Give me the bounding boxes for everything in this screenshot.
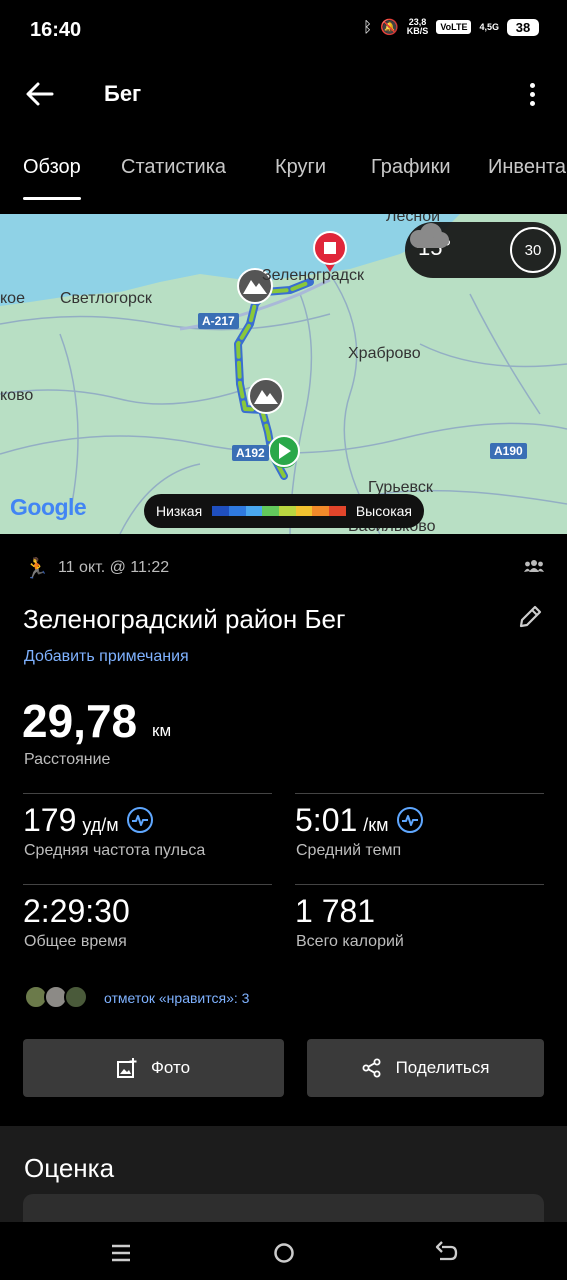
divider [23, 793, 272, 794]
activity-title: Зеленоградский район Бег [23, 604, 346, 634]
heart-rate-chart-icon[interactable] [126, 806, 153, 833]
divider [295, 884, 544, 885]
share-icon [362, 1058, 381, 1078]
rating-section: Оценка [0, 1126, 567, 1234]
legend-color-segment [329, 506, 346, 516]
timer-icon: 30 [510, 227, 556, 273]
calories-label: Всего калорий [296, 933, 404, 950]
tab-inventory[interactable]: Инвента [488, 156, 566, 179]
recents-menu-icon[interactable] [106, 1238, 136, 1268]
tab-overview[interactable]: Обзор [23, 156, 81, 179]
volte-badge: VoLTE [436, 20, 472, 34]
distance-value: 29,78 [22, 695, 138, 747]
elevation-marker-icon[interactable] [248, 378, 284, 414]
cloud-icon [410, 223, 449, 248]
avg-pace-unit: /км [363, 815, 389, 835]
tab-laps[interactable]: Круги [275, 156, 326, 179]
tab-bar: Обзор Статистика Круги Графики Инвента [0, 140, 567, 204]
photo-button[interactable]: Фото [23, 1039, 284, 1097]
page-title: Бег [104, 81, 142, 106]
share-button-label: Поделиться [395, 1058, 490, 1077]
more-dot-icon [529, 82, 535, 88]
battery-icon: 38 [507, 18, 539, 36]
distance-label: Расстояние [24, 751, 111, 768]
map-place-label: Храброво [348, 345, 421, 362]
map-place-label: Зеленоградск [262, 267, 364, 284]
distance-unit: км [152, 721, 172, 740]
back-nav-icon[interactable] [432, 1238, 462, 1268]
road-badge: A192 [232, 445, 269, 461]
legend-color-segment [262, 506, 280, 516]
avatar [64, 985, 88, 1009]
group-icon[interactable] [524, 558, 544, 574]
legend-color-segment [228, 506, 246, 516]
share-button[interactable]: Поделиться [307, 1039, 544, 1097]
avg-hr-value: 179 [23, 802, 77, 838]
bluetooth-icon: ᛒ [363, 18, 373, 36]
tab-charts[interactable]: Графики [371, 156, 451, 179]
activity-meta-row: 🏃 11 окт. @ 11:22 [24, 556, 544, 582]
running-icon: 🏃 [24, 558, 49, 580]
back-arrow-icon [26, 82, 54, 106]
legend-color-segment [279, 506, 296, 516]
start-pin-icon[interactable] [268, 435, 300, 468]
edit-pencil-icon[interactable] [517, 604, 543, 630]
more-dot-icon [529, 91, 535, 97]
add-note-link[interactable]: Добавить примечания [24, 648, 189, 666]
tab-statistics[interactable]: Статистика [121, 156, 226, 179]
add-photo-icon [116, 1058, 137, 1078]
divider [23, 884, 272, 885]
total-time-value: 2:29:30 [23, 893, 130, 929]
active-tab-indicator [23, 197, 81, 200]
legend-color-segment [312, 506, 330, 516]
avg-pace-value: 5:01 [295, 802, 358, 838]
total-time-label: Общее время [24, 933, 127, 950]
avg-hr-stat: 179 уд/м [23, 802, 153, 839]
google-logo-text: Google [10, 494, 87, 520]
photo-button-label: Фото [150, 1058, 191, 1077]
road-badge: A-217 [198, 313, 239, 329]
avg-hr-label: Средняя частота пульса [24, 842, 206, 859]
back-button[interactable] [22, 78, 58, 110]
weather-widget[interactable]: 15° 30 [405, 222, 561, 278]
likes-count[interactable]: отметок «нравится»: 3 [104, 990, 249, 1006]
road-badge: A190 [490, 443, 527, 459]
status-time: 16:40 [30, 19, 82, 41]
legend-low-label: Низкая [156, 503, 203, 519]
legend-color-segment [212, 506, 229, 516]
status-icons: ᛒ 🔕 23,8 KB/S VoLTE 4,5G 38 [363, 18, 539, 36]
map-place-label: ково [0, 387, 34, 404]
map-place-label: кое [0, 290, 25, 307]
status-bar: 16:40 ᛒ 🔕 23,8 KB/S VoLTE 4,5G 38 [0, 0, 567, 62]
avg-hr-unit: уд/м [82, 815, 119, 835]
net-speed: 23,8 KB/S [406, 17, 429, 36]
rating-title: Оценка [24, 1153, 115, 1183]
app-bar: Бег [0, 62, 567, 126]
pace-chart-icon[interactable] [396, 806, 423, 833]
more-options-button[interactable] [517, 76, 547, 112]
legend-high-label: Высокая [355, 503, 412, 519]
route-map[interactable]: Лесной Зеленоградск Светлогорск Храброво… [0, 214, 567, 534]
intensity-legend: Низкая Высокая [144, 494, 424, 528]
signal-icon: 4,5G [479, 21, 499, 32]
system-nav-bar [0, 1222, 567, 1280]
google-logo: Google [10, 494, 87, 521]
map-place-label: Светлогорск [60, 290, 152, 307]
avg-pace-stat: 5:01/км [295, 802, 423, 839]
more-dot-icon [529, 100, 535, 106]
mute-bell-icon: 🔕 [380, 19, 399, 36]
legend-color-segment [245, 506, 263, 516]
avg-pace-label: Средний темп [296, 842, 402, 859]
activity-date: 11 окт. @ 11:22 [58, 559, 170, 576]
legend-color-bar [212, 506, 346, 516]
calories-value: 1 781 [295, 893, 376, 929]
home-circle-icon[interactable] [269, 1238, 299, 1268]
legend-color-segment [295, 506, 313, 516]
divider [295, 793, 544, 794]
